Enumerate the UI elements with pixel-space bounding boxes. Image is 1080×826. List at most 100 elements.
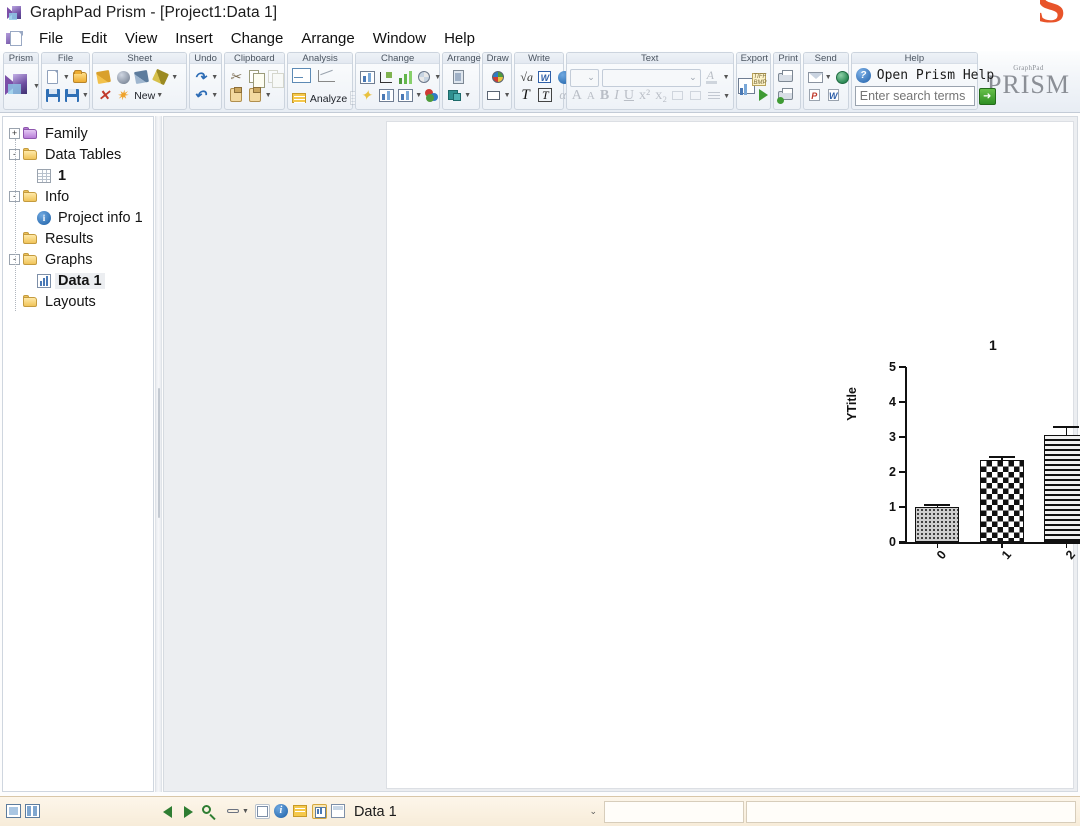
add-graph-icon[interactable] <box>378 87 395 104</box>
navigator-panel[interactable]: + Family - Data Tables 1 - Info i Projec… <box>2 116 154 792</box>
color-scheme-icon[interactable] <box>424 87 441 104</box>
save-as-icon[interactable] <box>64 87 81 104</box>
find-sheet-icon[interactable] <box>201 804 216 821</box>
prism-logo-icon[interactable] <box>2 73 32 101</box>
goto-results-icon[interactable] <box>292 804 308 819</box>
change-colors-icon[interactable] <box>397 69 414 86</box>
freeze-sheet-icon[interactable] <box>134 69 151 86</box>
chevron-down-icon[interactable]: ▼ <box>211 92 218 99</box>
change-axis-icon[interactable] <box>378 69 395 86</box>
menu-file[interactable]: File <box>30 29 72 48</box>
send-web-icon[interactable] <box>834 69 851 86</box>
print-preview-icon[interactable] <box>777 87 794 104</box>
prism-menu-caret-icon[interactable]: ▼ <box>33 83 40 90</box>
menu-help[interactable]: Help <box>435 29 484 48</box>
chevron-down-icon[interactable]: ▼ <box>211 74 218 81</box>
new-file-icon[interactable] <box>45 69 62 86</box>
menu-edit[interactable]: Edit <box>72 29 116 48</box>
open-prism-help-button[interactable]: Open Prism Help <box>877 68 994 83</box>
change-graph-type-icon[interactable] <box>359 69 376 86</box>
paste-icon[interactable] <box>228 87 245 104</box>
draw-rectangle-icon[interactable] <box>486 87 503 104</box>
chevron-down-icon[interactable]: ▼ <box>504 92 511 99</box>
help-search-input[interactable] <box>854 86 975 106</box>
menu-view[interactable]: View <box>116 29 166 48</box>
tree-item-layouts[interactable]: Layouts <box>7 291 149 312</box>
analyze-icon[interactable] <box>291 90 308 107</box>
undo-icon[interactable]: ↶ <box>193 87 210 104</box>
tree-item-info[interactable]: - Info <box>7 186 149 207</box>
send-email-icon[interactable] <box>807 69 824 86</box>
analyze-curve-icon[interactable] <box>316 66 339 89</box>
tree-item-graphs[interactable]: - Graphs <box>7 249 149 270</box>
new-sheet-label[interactable]: New <box>134 90 155 102</box>
redo-icon[interactable]: ↷ <box>193 69 210 86</box>
send-powerpoint-icon[interactable]: P <box>807 87 824 104</box>
previous-sheet-button[interactable] <box>163 805 172 818</box>
menu-arrange[interactable]: Arrange <box>292 29 363 48</box>
bring-to-front-icon[interactable] <box>450 69 467 86</box>
tree-item-data-tables[interactable]: - Data Tables <box>7 144 149 165</box>
bar[interactable] <box>915 507 960 542</box>
cut-icon[interactable]: ✂ <box>228 69 245 86</box>
magic-icon[interactable]: ✦ <box>359 87 376 104</box>
draw-color-icon[interactable] <box>490 69 507 86</box>
goto-info-icon[interactable]: i <box>273 804 289 819</box>
copy-icon[interactable] <box>247 69 265 88</box>
help-icon[interactable]: ? <box>855 67 872 84</box>
font-family-select[interactable]: ⌄ <box>569 68 599 87</box>
tree-item-graph-data-1[interactable]: Data 1 <box>7 270 149 291</box>
bar[interactable] <box>1044 434 1080 542</box>
chevron-down-icon[interactable]: ▼ <box>82 92 89 99</box>
duplicate-sheet-icon[interactable] <box>115 69 132 86</box>
text-box-tool-icon[interactable]: T <box>537 87 554 104</box>
chevron-down-icon[interactable]: ▼ <box>434 74 441 81</box>
goto-data-table-icon[interactable] <box>254 804 270 819</box>
help-search-go-button[interactable]: ➜ <box>978 87 996 105</box>
chevron-down-icon[interactable]: ▼ <box>415 92 422 99</box>
sheet-dropdown-caret-icon[interactable]: ⌄ <box>589 806 597 817</box>
bar-chart[interactable]: 1 YTitle 0123450123 <box>845 337 1080 582</box>
text-tool-icon[interactable]: T <box>518 87 535 104</box>
chevron-down-icon[interactable]: ▼ <box>63 74 70 81</box>
bar[interactable] <box>979 459 1024 542</box>
rename-sheet-icon[interactable] <box>96 69 113 86</box>
view-all-sheets-icon[interactable] <box>25 804 40 819</box>
tree-item-results[interactable]: Results <box>7 228 149 249</box>
goto-graph-icon[interactable] <box>311 804 327 819</box>
chevron-down-icon[interactable]: ▼ <box>171 74 178 81</box>
open-file-icon[interactable] <box>72 69 89 86</box>
link-icon[interactable] <box>226 804 241 819</box>
export-icon[interactable]: TIFF BMP <box>738 72 769 101</box>
graph-family-icon[interactable] <box>397 87 414 104</box>
pin-sheet-icon[interactable] <box>152 68 170 86</box>
insert-equation-icon[interactable]: √a <box>518 69 535 86</box>
send-word-icon[interactable]: W <box>826 87 843 104</box>
view-sheet-icon[interactable] <box>6 804 21 819</box>
interpolate-icon[interactable] <box>291 66 314 89</box>
menu-change[interactable]: Change <box>222 29 293 48</box>
goto-layout-icon[interactable] <box>330 804 346 819</box>
chevron-down-icon[interactable]: ▼ <box>156 92 163 99</box>
font-size-select[interactable]: ⌄ <box>601 68 701 87</box>
chevron-down-icon[interactable]: ▼ <box>265 92 272 99</box>
chevron-down-icon[interactable]: ▼ <box>464 92 471 99</box>
tree-item-family[interactable]: + Family <box>7 123 149 144</box>
delete-sheet-icon[interactable]: ✕ <box>96 87 113 104</box>
tree-item-project-info-1[interactable]: i Project info 1 <box>7 207 149 228</box>
chevron-down-icon[interactable]: ▼ <box>723 74 730 81</box>
expander-icon[interactable]: + <box>9 128 20 139</box>
analyze-label[interactable]: Analyze <box>310 93 347 105</box>
insert-word-object-icon[interactable]: W <box>537 69 554 86</box>
paste-special-icon[interactable] <box>247 87 264 104</box>
chevron-down-icon[interactable]: ▼ <box>723 93 730 100</box>
panel-splitter[interactable] <box>155 116 162 792</box>
next-sheet-button[interactable] <box>184 805 193 818</box>
menu-window[interactable]: Window <box>364 29 435 48</box>
menu-insert[interactable]: Insert <box>166 29 222 48</box>
group-objects-icon[interactable] <box>446 87 463 104</box>
chevron-down-icon[interactable]: ▼ <box>825 74 832 81</box>
chevron-down-icon[interactable]: ▼ <box>242 808 249 815</box>
tree-item-data-table-1[interactable]: 1 <box>7 165 149 186</box>
graph-page[interactable]: 1 YTitle 0123450123 <box>386 121 1080 789</box>
